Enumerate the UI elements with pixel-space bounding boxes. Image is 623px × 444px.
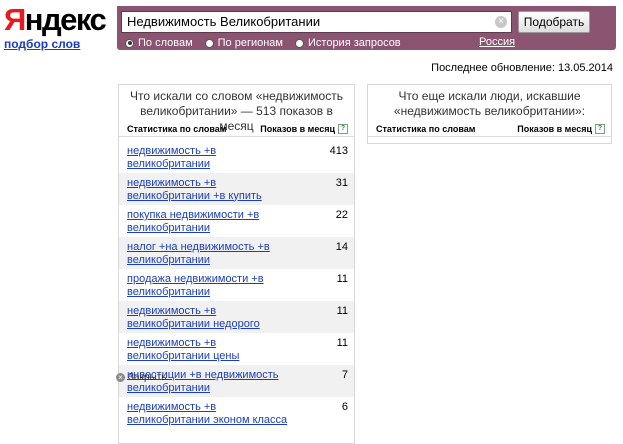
keyword-link[interactable]: продажа недвижимости +в великобритании — [127, 273, 297, 298]
keyword-link[interactable]: недвижимость +в великобритании эконом кл… — [127, 401, 297, 426]
impressions-count: 11 — [336, 305, 348, 317]
radio-by-words[interactable]: По словам — [125, 37, 193, 49]
column-counts-label: Показов в месяц — [260, 124, 335, 134]
search-button[interactable]: Подобрать — [518, 11, 590, 33]
related-column-header: Статистика по словам Показов в месяц ? — [368, 122, 611, 137]
table-row: недвижимость +в великобритании цены 11 — [119, 333, 354, 365]
radio-label: История запросов — [308, 37, 401, 49]
radio-history[interactable]: История запросов — [295, 37, 401, 49]
impressions-count: 413 — [329, 145, 348, 157]
close-label: Закрыть — [128, 372, 167, 383]
keyword-link[interactable]: недвижимость +в великобритании цены — [127, 337, 297, 362]
column-counts-header: Показов в месяц ? — [517, 124, 605, 134]
help-icon[interactable]: ? — [595, 124, 605, 134]
words-panel-heading: Что искали со словом «недвижимость велик… — [130, 89, 343, 133]
last-update-text: Последнее обновление: 13.05.2014 — [431, 62, 613, 74]
words-panel: Что искали со словом «недвижимость велик… — [118, 84, 355, 444]
radio-label: По словам — [138, 37, 193, 49]
table-row: налог +на недвижимость +в великобритании… — [119, 237, 354, 269]
related-panel: Что еще искали люди, искавшие «недвижимо… — [367, 84, 612, 144]
impressions-count: 6 — [341, 401, 348, 413]
table-row: недвижимость +в великобритании +в купить… — [119, 173, 354, 205]
search-bar: Недвижимость Великобритании × Подобрать … — [117, 6, 616, 50]
service-title-link[interactable]: подбор слов — [4, 37, 80, 51]
radio-unchecked-icon — [204, 38, 214, 48]
yandex-logo[interactable]: Яндекс — [4, 2, 107, 38]
column-words-label: Статистика по словам — [127, 124, 227, 134]
words-table: недвижимость +в великобритании 413 недвиж… — [119, 141, 354, 429]
impressions-count: 31 — [335, 177, 348, 189]
logo-first-letter: Я — [4, 2, 26, 37]
column-counts-label: Показов в месяц — [517, 124, 592, 134]
help-icon[interactable]: ? — [338, 124, 348, 134]
close-tooltip[interactable]: × Закрыть — [116, 372, 167, 383]
impressions-count: 22 — [335, 209, 348, 221]
keyword-link[interactable]: недвижимость +в великобритании +в купить — [127, 177, 297, 202]
column-words-label: Статистика по словам — [376, 124, 476, 134]
table-row: недвижимость +в великобритании 413 — [119, 141, 354, 173]
keyword-link[interactable]: налог +на недвижимость +в великобритании — [127, 241, 297, 266]
search-input[interactable]: Недвижимость Великобритании × — [121, 11, 512, 33]
logo-rest: ндекс — [24, 2, 107, 37]
radio-by-regions[interactable]: По регионам — [204, 37, 283, 49]
impressions-count: 7 — [341, 369, 348, 381]
clear-icon[interactable]: × — [495, 16, 507, 28]
close-icon: × — [116, 373, 125, 382]
radio-label: По регионам — [217, 37, 283, 49]
search-input-value: Недвижимость Великобритании — [127, 14, 321, 29]
radio-unchecked-icon — [295, 38, 304, 48]
table-row: недвижимость +в великобритании недорого 1… — [119, 301, 354, 333]
table-row: покупка недвижимости +в великобритании 22 — [119, 205, 354, 237]
keyword-link[interactable]: недвижимость +в великобритании — [127, 145, 297, 170]
impressions-count: 14 — [335, 241, 348, 253]
keyword-link[interactable]: недвижимость +в великобритании недорого — [127, 305, 297, 330]
region-link[interactable]: Россия — [479, 36, 515, 48]
table-row: недвижимость +в великобритании эконом кл… — [119, 397, 354, 429]
impressions-count: 11 — [336, 273, 348, 285]
radio-checked-icon — [125, 38, 134, 48]
related-panel-heading: Что еще искали люди, искавшие «недвижимо… — [393, 89, 586, 118]
keyword-link[interactable]: покупка недвижимости +в великобритании — [127, 209, 297, 234]
impressions-count: 11 — [336, 337, 348, 349]
column-counts-header: Показов в месяц ? — [260, 124, 348, 134]
table-row: продажа недвижимости +в великобритании 11 — [119, 269, 354, 301]
search-mode-group: По словам По регионам История запросов — [125, 36, 413, 50]
